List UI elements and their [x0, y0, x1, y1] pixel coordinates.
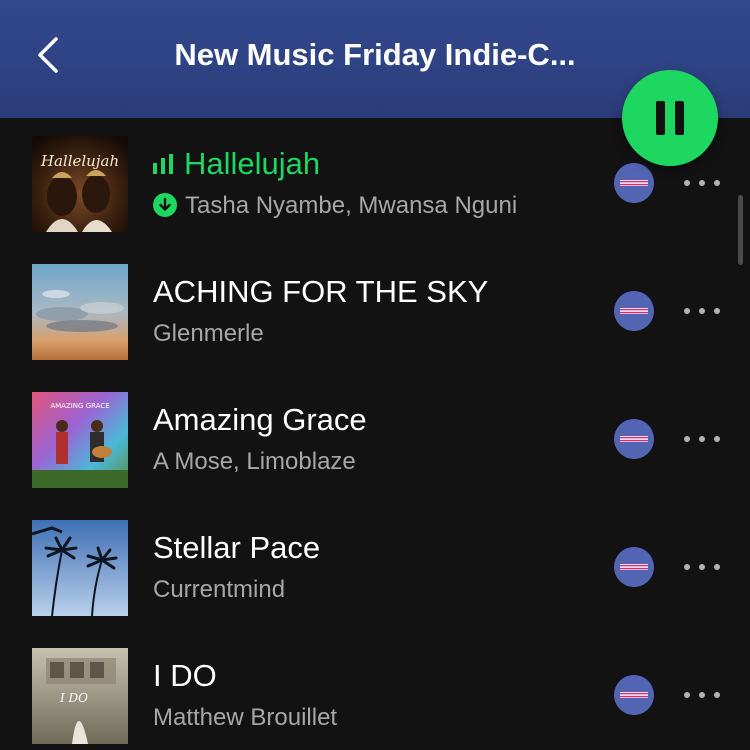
more-options-button[interactable]	[680, 168, 724, 198]
more-options-button[interactable]	[680, 296, 724, 326]
more-horizontal-icon	[684, 308, 720, 314]
album-art: AMAZING GRACE	[32, 392, 128, 488]
avatar-image	[614, 419, 654, 459]
more-options-button[interactable]	[680, 424, 724, 454]
pause-icon	[651, 101, 689, 135]
downloaded-icon	[153, 192, 177, 217]
avatar[interactable]	[614, 163, 654, 203]
back-button[interactable]	[26, 30, 70, 80]
chevron-left-icon	[38, 37, 58, 73]
track-artist: Glenmerle	[153, 320, 264, 347]
track-title: Amazing Grace	[153, 402, 367, 437]
more-horizontal-icon	[684, 564, 720, 570]
track-title: Hallelujah	[153, 144, 320, 184]
avatar-image	[614, 675, 654, 715]
pause-button[interactable]	[622, 70, 718, 166]
svg-text:AMAZING GRACE: AMAZING GRACE	[50, 402, 109, 410]
track-title: I DO	[153, 658, 217, 693]
more-options-button[interactable]	[680, 552, 724, 582]
equalizer-icon	[153, 153, 173, 174]
track-artist: Matthew Brouillet	[153, 704, 338, 731]
more-horizontal-icon	[684, 436, 720, 442]
track-title: Stellar Pace	[153, 530, 321, 565]
svg-text:Hallelujah: Hallelujah	[40, 152, 119, 170]
track-artist: Tasha Nyambe, Mwansa Nguni	[153, 191, 517, 221]
track-row[interactable]: ACHING FOR THE SKY Glenmerle	[0, 244, 750, 372]
album-art	[32, 520, 128, 616]
avatar-image	[614, 163, 654, 203]
avatar-image	[614, 547, 654, 587]
album-art	[32, 264, 128, 360]
avatar[interactable]	[614, 291, 654, 331]
more-horizontal-icon	[684, 180, 720, 186]
avatar-image	[614, 291, 654, 331]
svg-text:I DO: I DO	[59, 691, 88, 705]
more-options-button[interactable]	[680, 680, 724, 710]
playlist-screen: New Music Friday Indie-C... Hallelujah H…	[0, 0, 750, 750]
playlist-title: New Music Friday Indie-C...	[174, 37, 576, 72]
avatar[interactable]	[614, 547, 654, 587]
track-row[interactable]: AMAZING GRACE Amazing Grace A Mose, Limo…	[0, 372, 750, 500]
more-horizontal-icon	[684, 692, 720, 698]
track-artist: A Mose, Limoblaze	[153, 448, 356, 475]
track-row[interactable]: I DO I DO Matthew Brouillet	[0, 628, 750, 750]
avatar[interactable]	[614, 419, 654, 459]
album-art: I DO	[32, 648, 128, 744]
album-art: Hallelujah	[32, 136, 128, 232]
track-row[interactable]: Stellar Pace Currentmind	[0, 500, 750, 628]
track-artist: Currentmind	[153, 576, 286, 603]
track-title: ACHING FOR THE SKY	[153, 274, 489, 309]
avatar[interactable]	[614, 675, 654, 715]
